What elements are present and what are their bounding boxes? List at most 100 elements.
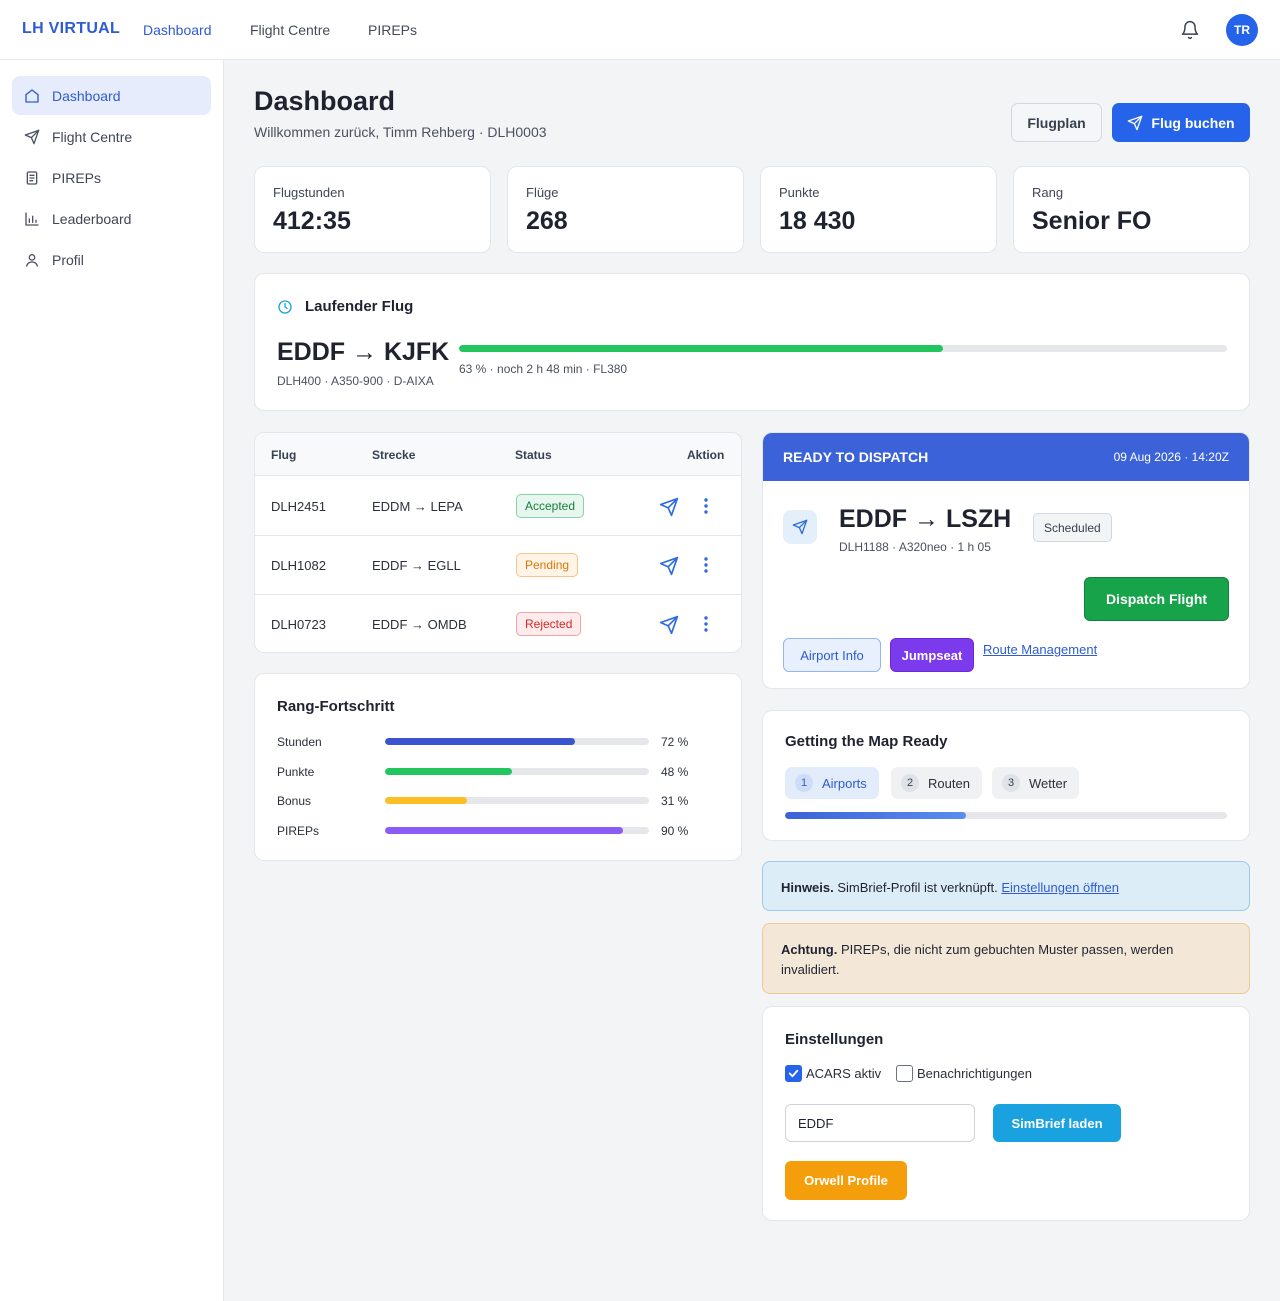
rank-progress-fill: [385, 827, 623, 834]
avatar[interactable]: TR: [1226, 14, 1258, 46]
info-alert-label: Hinweis.: [781, 880, 834, 895]
send-icon: [792, 519, 808, 535]
settings-title: Einstellungen: [785, 1031, 884, 1048]
dispatch-date: 09 Aug 2026 · 14:20Z: [1113, 450, 1229, 464]
brand-logo[interactable]: LH VIRTUAL: [22, 20, 120, 38]
send-icon[interactable]: [659, 497, 679, 517]
stat-label: Punkte: [779, 185, 820, 200]
stat-card-punkte: Punkte 18 430: [760, 166, 997, 253]
rank-progress-label: Stunden: [277, 735, 322, 749]
topnav-flight-centre[interactable]: Flight Centre: [250, 22, 330, 38]
send-icon[interactable]: [659, 556, 679, 576]
step-airports[interactable]: 1 Airports: [785, 767, 879, 799]
rank-progress-title: Rang-Fortschritt: [277, 698, 395, 715]
sidebar-item-label: Dashboard: [52, 87, 121, 104]
stat-card-fluege: Flüge 268: [507, 166, 744, 253]
stat-value: Senior FO: [1032, 207, 1152, 235]
orwell-profile-button[interactable]: Orwell Profile: [785, 1161, 907, 1200]
checkbox-unchecked[interactable]: [896, 1065, 913, 1082]
notifications-checkbox[interactable]: Benachrichtigungen: [896, 1065, 1032, 1082]
sidebar-item-leaderboard[interactable]: Leaderboard: [12, 199, 211, 238]
info-alert: Hinweis. SimBrief-Profil ist verknüpft. …: [762, 861, 1250, 911]
step-wetter[interactable]: 3 Wetter: [992, 767, 1080, 799]
sidebar-item-dashboard[interactable]: Dashboard: [12, 76, 211, 115]
dispatch-flight-button[interactable]: Dispatch Flight: [1084, 577, 1229, 621]
more-vertical-icon[interactable]: [702, 496, 710, 516]
bell-icon[interactable]: [1180, 20, 1200, 40]
airport-input[interactable]: EDDF: [785, 1104, 975, 1142]
rank-progress-label: PIREPs: [277, 824, 320, 838]
map-ready-card: Getting the Map Ready 1 Airports 2 Route…: [762, 710, 1250, 841]
settings-link[interactable]: Einstellungen öffnen: [1001, 880, 1119, 895]
more-vertical-icon[interactable]: [702, 555, 710, 575]
rank-progress-value: 31 %: [661, 794, 689, 808]
sidebar-item-profil[interactable]: Profil: [12, 240, 211, 279]
table-row[interactable]: DLH1082 EDDF → EGLL Pending: [255, 536, 741, 595]
map-ready-progress-fill: [785, 812, 967, 819]
dispatch-header-title: READY TO DISPATCH: [783, 449, 929, 465]
flugplan-button[interactable]: Flugplan: [1011, 103, 1102, 142]
sidebar-item-pireps[interactable]: PIREPs: [12, 158, 211, 197]
more-vertical-icon[interactable]: [702, 614, 710, 634]
status-badge: Scheduled: [1033, 513, 1112, 542]
warning-alert-label: Achtung.: [781, 942, 838, 957]
status-badge: Accepted: [516, 494, 585, 518]
step-number: 1: [795, 774, 813, 792]
current-flight-route: EDDF → KJFK: [277, 338, 450, 366]
dispatch-meta: DLH1188 · A320neo · 1 h 05: [839, 540, 991, 554]
step-label: Wetter: [1029, 775, 1068, 791]
rank-progress-bar: [385, 738, 649, 745]
column-header-strecke: Strecke: [372, 448, 416, 462]
rank-progress-fill: [385, 797, 467, 804]
top-bar: LH VIRTUAL Dashboard Flight Centre PIREP…: [0, 0, 1280, 60]
step-label: Airports: [822, 775, 867, 791]
step-number: 2: [901, 774, 919, 792]
rank-progress-fill: [385, 768, 512, 775]
rank-progress-value: 90 %: [661, 824, 689, 838]
table-row[interactable]: DLH2451 EDDM → LEPA Accepted: [255, 477, 741, 536]
sidebar-item-label: PIREPs: [52, 169, 102, 186]
book-flight-button[interactable]: Flug buchen: [1112, 103, 1250, 142]
sidebar-item-flight-centre[interactable]: Flight Centre: [12, 117, 211, 156]
document-icon: [26, 170, 38, 185]
sidebar-item-label: Profil: [52, 251, 84, 268]
acars-label: ACARS aktiv: [806, 1066, 882, 1081]
stat-card-rang: Rang Senior FO: [1013, 166, 1250, 253]
rank-progress-fill: [385, 738, 576, 745]
current-flight-card: Laufender Flug EDDF → KJFK DLH400 · A350…: [254, 273, 1250, 411]
settings-card: Einstellungen ACARS aktiv Benachrichtigu…: [762, 1006, 1250, 1221]
airport-info-button[interactable]: Airport Info: [783, 638, 881, 672]
rank-progress-value: 72 %: [661, 735, 689, 749]
cell-flight: DLH2451: [271, 499, 326, 514]
rank-progress-label: Bonus: [277, 794, 312, 808]
checkbox-checked[interactable]: [785, 1065, 802, 1082]
stat-label: Flüge: [526, 185, 559, 200]
column-header-status: Status: [515, 448, 552, 462]
topnav-pireps[interactable]: PIREPs: [368, 22, 417, 38]
sidebar: Dashboard Flight Centre PIREPs Leaderboa…: [0, 60, 224, 1301]
dispatch-plane-badge: [783, 510, 817, 544]
topnav-dashboard[interactable]: Dashboard: [143, 22, 212, 38]
cell-flight: DLH1082: [271, 558, 326, 573]
stat-label: Rang: [1032, 185, 1064, 200]
send-icon[interactable]: [659, 615, 679, 635]
cell-route: EDDF → EGLL: [372, 558, 461, 573]
table-row[interactable]: DLH0723 EDDF → OMDB Rejected: [255, 595, 741, 654]
page-title: Dashboard: [254, 86, 396, 116]
acars-checkbox[interactable]: ACARS aktiv: [785, 1065, 881, 1082]
book-flight-label: Flug buchen: [1151, 114, 1235, 131]
warning-alert-text: PIREPs, die nicht zum gebuchten Muster p…: [781, 942, 1174, 977]
bar-chart-icon: [25, 211, 39, 226]
jumpseat-button[interactable]: Jumpseat: [890, 638, 974, 672]
dispatch-card: READY TO DISPATCH 09 Aug 2026 · 14:20Z E…: [762, 432, 1250, 689]
simbrief-load-button[interactable]: SimBrief laden: [993, 1104, 1121, 1142]
rank-progress-bar: [385, 797, 649, 804]
user-icon: [26, 253, 38, 267]
rank-progress-label: Punkte: [277, 765, 315, 779]
map-ready-progress-bar: [785, 812, 1227, 819]
sidebar-item-label: Leaderboard: [52, 210, 132, 227]
step-routen[interactable]: 2 Routen: [891, 767, 982, 799]
step-label: Routen: [928, 775, 970, 791]
current-flight-title: Laufender Flug: [305, 298, 414, 315]
route-management-link[interactable]: Route Management: [983, 642, 1097, 657]
